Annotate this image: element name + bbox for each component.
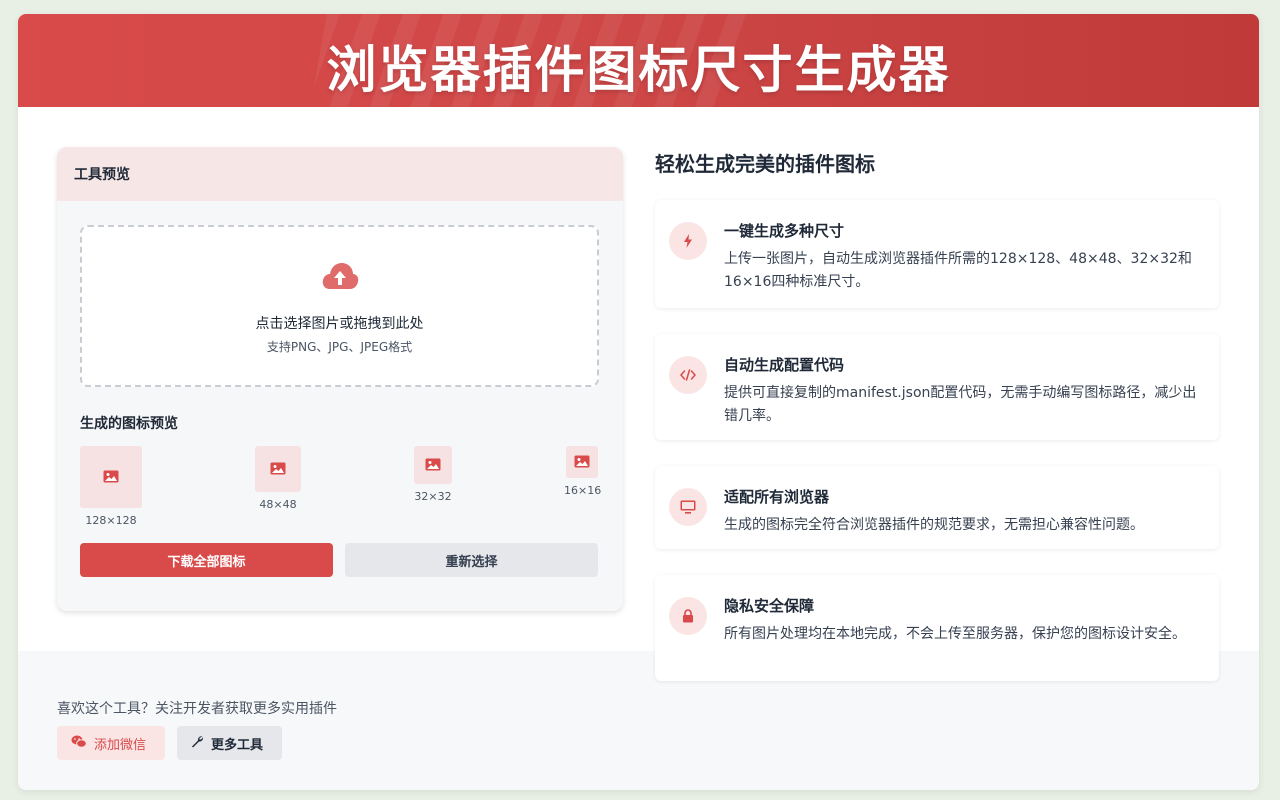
reselect-button[interactable]: 重新选择 <box>345 543 598 577</box>
bolt-icon <box>669 222 707 260</box>
image-placeholder <box>80 446 142 508</box>
icon-preview-32: 32×32 <box>413 446 453 503</box>
feature-description: 提供可直接复制的manifest.json配置代码，无需手动编写图标路径，减少出… <box>724 385 1197 424</box>
add-wechat-button[interactable]: 添加微信 <box>57 726 165 760</box>
tool-preview-card: 工具预览 点击选择图片或拖拽到此处 支持PNG、JPG、JPEG格式 生成的图标… <box>57 147 623 611</box>
cloud-upload-icon <box>321 261 359 295</box>
image-icon <box>574 453 590 472</box>
icon-size-label: 16×16 <box>564 484 602 497</box>
image-placeholder <box>414 446 452 484</box>
feature-title: 自动生成配置代码 <box>724 356 845 374</box>
feature-card: 自动生成配置代码 提供可直接复制的manifest.json配置代码，无需手动编… <box>655 334 1219 440</box>
icon-size-label: 48×48 <box>259 498 297 511</box>
icon-preview-48: 48×48 <box>255 446 301 511</box>
upload-title: 点击选择图片或拖拽到此处 <box>255 316 424 332</box>
feature-description: 上传一张图片，自动生成浏览器插件所需的128×128、48×48、32×32和1… <box>724 251 1192 290</box>
page-title: 浏览器插件图标尺寸生成器 <box>326 41 951 99</box>
feature-card: 适配所有浏览器 生成的图标完全符合浏览器插件的规范要求，无需担心兼容性问题。 <box>655 466 1219 549</box>
icon-size-label: 128×128 <box>85 514 137 527</box>
icon-preview-16: 16×16 <box>564 446 602 497</box>
add-wechat-label: 添加微信 <box>94 737 147 753</box>
wechat-icon <box>71 735 87 752</box>
feature-title: 适配所有浏览器 <box>724 488 830 506</box>
more-tools-label: 更多工具 <box>211 737 264 753</box>
footer-follow-text: 喜欢这个工具？关注开发者获取更多实用插件 <box>57 701 337 717</box>
monitor-icon <box>669 488 707 526</box>
app-window: 浏览器插件图标尺寸生成器 工具预览 点击选择图片或拖拽到此处 支持PNG、JPG… <box>18 14 1259 790</box>
image-placeholder <box>566 446 598 478</box>
image-icon <box>270 460 286 479</box>
image-placeholder <box>255 446 301 492</box>
more-tools-button[interactable]: 更多工具 <box>177 726 282 760</box>
image-icon <box>425 456 441 475</box>
image-icon <box>103 468 119 487</box>
download-all-button[interactable]: 下载全部图标 <box>80 543 333 577</box>
feature-card: 一键生成多种尺寸 上传一张图片，自动生成浏览器插件所需的128×128、48×4… <box>655 200 1219 308</box>
tool-card-header: 工具预览 <box>57 147 623 201</box>
feature-card: 隐私安全保障 所有图片处理均在本地完成，不会上传至服务器，保护您的图标设计安全。 <box>655 575 1219 681</box>
wrench-icon <box>191 735 204 752</box>
upload-dropzone[interactable]: 点击选择图片或拖拽到此处 支持PNG、JPG、JPEG格式 <box>80 225 599 387</box>
lock-icon <box>669 597 707 635</box>
feature-description: 生成的图标完全符合浏览器插件的规范要求，无需担心兼容性问题。 <box>724 517 1144 533</box>
icon-preview-title: 生成的图标预览 <box>80 416 178 432</box>
feature-title: 隐私安全保障 <box>724 597 815 615</box>
feature-title: 一键生成多种尺寸 <box>724 222 845 240</box>
code-icon <box>669 356 707 394</box>
features-title: 轻松生成完美的插件图标 <box>655 152 875 176</box>
upload-format-hint: 支持PNG、JPG、JPEG格式 <box>266 340 413 354</box>
icon-size-label: 32×32 <box>414 490 452 503</box>
header-banner: 浏览器插件图标尺寸生成器 <box>18 14 1259 107</box>
feature-description: 所有图片处理均在本地完成，不会上传至服务器，保护您的图标设计安全。 <box>724 626 1186 642</box>
icon-preview-128: 128×128 <box>80 446 142 527</box>
